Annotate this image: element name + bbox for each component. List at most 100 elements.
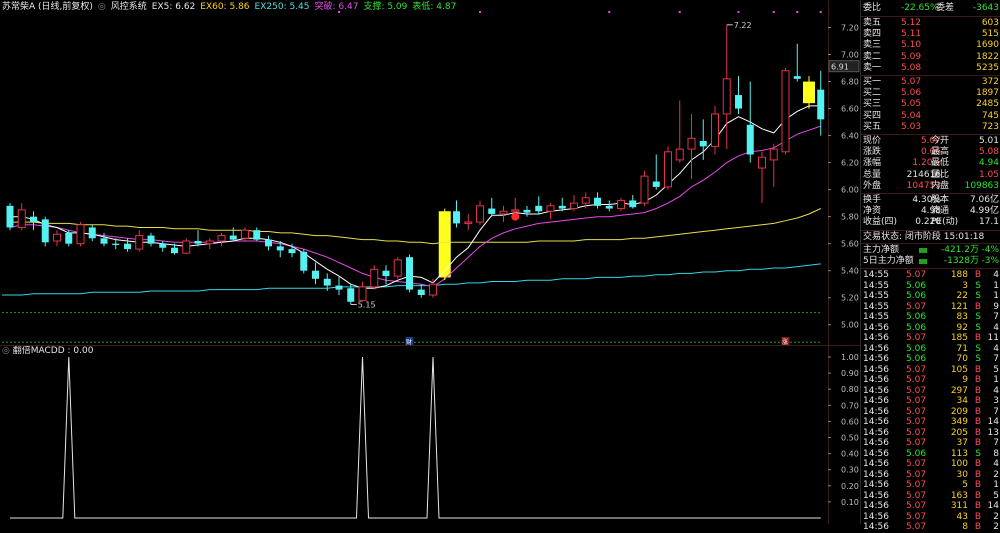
ask-row[interactable]: 卖四 5.11 515 [861,29,1000,40]
sub-y-tick-label: 0.50 [841,434,859,443]
top-signal-marker [737,11,740,13]
panel-divider [861,134,1000,135]
label: 涨幅 [863,158,882,169]
trade-price: 5.07 [906,427,927,438]
y-tick-label: 6.20 [841,159,859,168]
trade-row: 14:56 5.07 311 B 14 [861,501,1000,512]
trade-volume: 185 [950,333,968,344]
candle-body [6,205,14,228]
quote-panel: 委比 -22.65% 委差 -3643 卖五 5.12 603 卖四 5.11 515 卖三 5.10… [860,0,1000,532]
y-tick-label: 6.00 [841,186,859,195]
candle-body [171,247,178,254]
candle-body [687,137,696,150]
kline-chart[interactable]: 7.20 7.00 6.80 6.60 6.40 6.20 6.00 5.80 5.60 5.40… [0,0,860,524]
candle-body [253,230,261,240]
trade-volume: 70 [956,354,968,365]
trade-row: 14:56 5.07 43 B 2 [861,512,1000,523]
bid-row[interactable]: 买五 5.03 723 [861,122,1000,133]
buy-signal-icon [511,212,520,221]
trade-volume: 34 [956,396,968,407]
trade-price: 5.07 [906,375,927,386]
candle-body [53,233,61,242]
sub-y-tick-label: 0.40 [841,450,859,459]
bid-volume: 2485 [976,99,999,110]
panel-divider [861,193,1000,194]
trade-volume: 3 [962,280,968,291]
trade-price: 5.07 [906,270,927,281]
candle-body [476,205,484,223]
trade-side: B [974,301,981,312]
candle-body [453,211,460,224]
trade-time: 14:55 [863,312,889,323]
trade-time: 14:56 [863,396,889,407]
stat-value: 1.05 [978,169,999,180]
flow-pct: -3% [981,256,999,267]
trade-count: 7 [993,406,999,417]
candle-body [347,288,355,302]
label: 净资 [863,206,882,217]
trade-row: 14:56 5.07 163 B 5 [861,491,1000,502]
trade-price: 5.06 [906,291,927,302]
trade-side: B [974,480,981,491]
trade-price: 5.07 [906,406,927,417]
candle-body [605,205,613,209]
trade-price: 5.07 [906,417,927,428]
top-signal-marker [338,11,340,13]
trade-volume: 92 [956,322,968,333]
candle-body [312,270,319,279]
trade-side: B [974,459,981,470]
ask-row[interactable]: 卖一 5.08 5235 [861,63,1000,74]
candle-body [817,89,825,120]
candle-body [182,240,191,254]
label: 现价 [863,136,882,146]
label: 委比 [863,3,882,13]
trade-time: 14:56 [863,480,889,491]
trade-side: S [975,280,981,291]
trade-volume: 71 [956,343,968,354]
panel-divider [861,75,1000,76]
trade-time: 14:56 [863,354,889,365]
trade-row: 14:56 5.06 70 S 7 [861,354,1000,365]
y-tick-label: 6.80 [841,78,859,87]
candle-body [76,224,85,245]
trade-count: 1 [993,480,999,491]
candle-body [276,246,284,251]
ask-row[interactable]: 卖三 5.10 1690 [861,40,1000,51]
ask-row[interactable]: 卖二 5.09 1822 [861,52,1000,63]
candle-body [41,219,49,243]
trade-side: B [974,438,981,449]
ask-volume: 1690 [976,40,999,51]
trade-price: 5.07 [906,501,927,512]
trade-row: 14:55 5.07 188 B 4 [861,270,1000,281]
trade-count: 14 [987,501,999,512]
trade-volume: 83 [956,312,968,323]
trade-row: 14:56 5.07 30 B 2 [861,470,1000,481]
bid-row[interactable]: 买四 5.04 745 [861,111,1000,122]
candle-body [570,202,578,210]
stat-row: 涨幅 1.20% 最低 4.94 [861,158,1000,169]
ask-row[interactable]: 卖五 5.12 603 [861,18,1000,29]
candle-body [65,232,73,244]
trade-count: 3 [993,396,999,407]
trade-side: S [975,343,981,354]
stat-value: 17.1 [978,217,999,228]
y-tick-label: 7.00 [841,51,859,60]
bid-row[interactable]: 买一 5.07 372 [861,77,1000,88]
trade-volume: 22 [956,291,968,302]
trade-volume: 209 [950,406,968,417]
trade-row: 14:56 5.07 34 B 3 [861,396,1000,407]
sub-y-tick-label: 0.60 [841,417,859,426]
trade-time: 14:56 [863,406,889,417]
sub-y-tick-label: 0.80 [841,385,859,394]
bid-volume: 745 [981,110,999,121]
trade-count: 1 [993,280,999,291]
trade-count: 2 [993,511,999,522]
trade-side: B [974,375,981,386]
trade-price: 5.07 [906,385,927,396]
label: 收益(四) [863,217,898,228]
trade-row: 14:56 5.07 37 B 7 [861,438,1000,449]
candle-body [135,235,144,250]
bid-row[interactable]: 买三 5.05 2485 [861,99,1000,110]
bid-row[interactable]: 买二 5.06 1897 [861,88,1000,99]
trade-row: 14:56 5.07 205 B 13 [861,428,1000,439]
